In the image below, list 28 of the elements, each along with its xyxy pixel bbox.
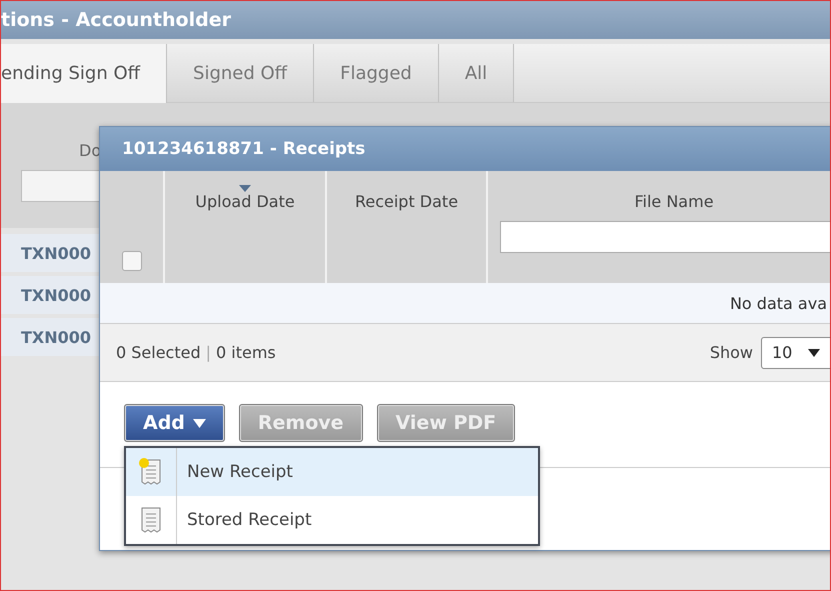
- caret-icon: [192, 418, 206, 428]
- column-header[interactable]: File Name: [634, 192, 714, 211]
- selected-count: 0 Selected: [116, 343, 201, 362]
- show-label: Show: [710, 343, 753, 362]
- dialog-title: 101234618871 - Receipts: [100, 127, 830, 171]
- column-header[interactable]: Receipt Date: [354, 192, 458, 211]
- sort-icon: [239, 185, 251, 192]
- filter-field[interactable]: [500, 221, 830, 253]
- table-cell: TXN000: [1, 318, 101, 356]
- table-cell: TXN000: [1, 276, 101, 314]
- item-count: 0 items: [216, 343, 276, 362]
- caret-icon: [808, 348, 820, 356]
- menu-item[interactable]: Stored Receipt: [126, 496, 538, 544]
- empty-message: No data ava: [730, 294, 827, 312]
- checkbox[interactable]: [122, 251, 142, 271]
- column-header[interactable]: Upload Date: [195, 192, 295, 211]
- page-size-select[interactable]: 10: [761, 336, 830, 368]
- window-title: tions - Accountholder: [1, 9, 231, 31]
- table-cell: TXN000: [1, 234, 101, 272]
- new-receipt-icon: [139, 458, 163, 486]
- menu-item[interactable]: New Receipt: [126, 448, 538, 496]
- tab[interactable]: All: [438, 44, 514, 102]
- add-button[interactable]: Add: [124, 404, 225, 442]
- tab[interactable]: ending Sign Off: [1, 44, 168, 103]
- receipt-icon: [139, 506, 163, 534]
- tab[interactable]: Signed Off: [167, 44, 314, 102]
- separator: |: [206, 343, 212, 362]
- tab[interactable]: Flagged: [314, 44, 439, 102]
